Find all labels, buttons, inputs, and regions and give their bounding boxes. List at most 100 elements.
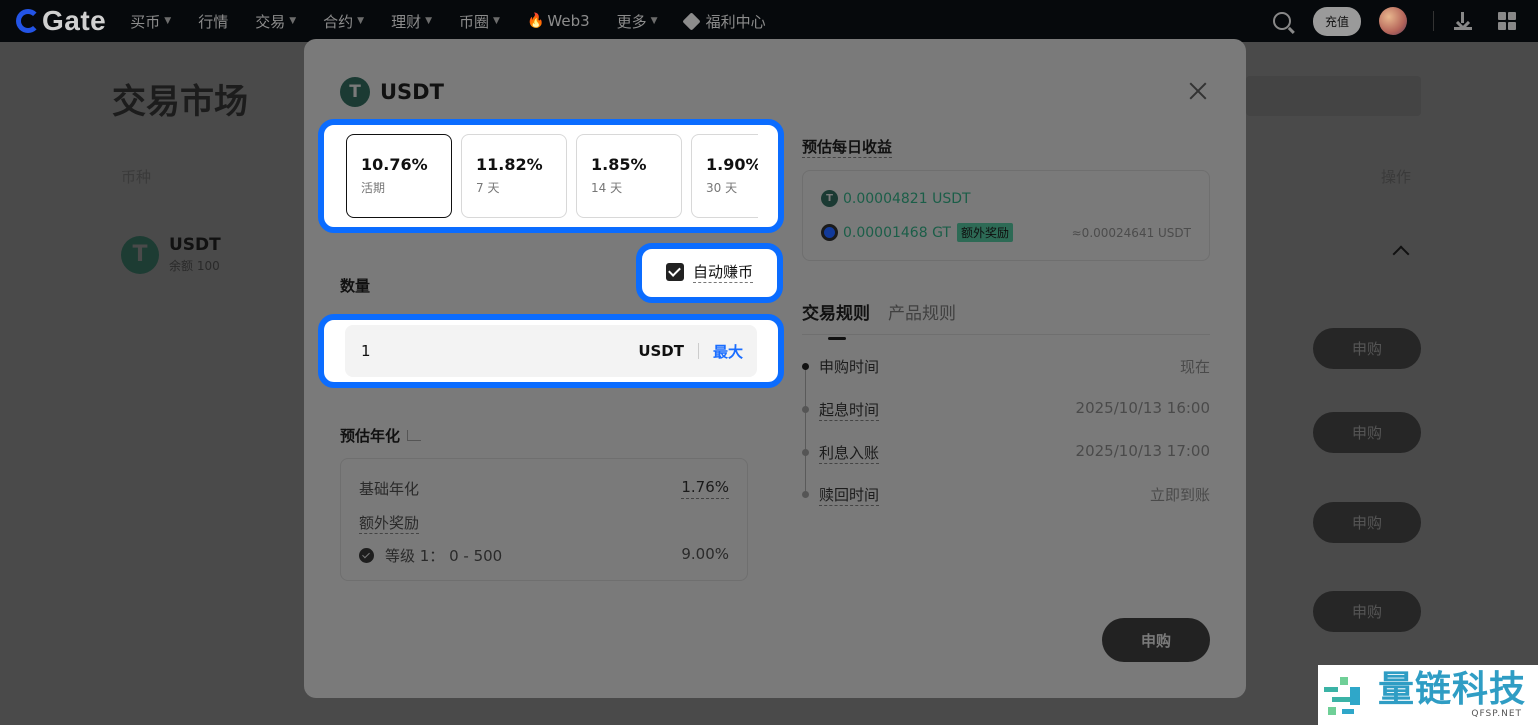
search-icon[interactable] [1272,12,1291,30]
rule-label: 申购时间 [819,358,880,376]
nav-item-label: 福利中心 [705,12,766,31]
term-label: 30 天 [706,181,738,195]
nav-item-label: 理财 [391,12,422,31]
term-card-30d[interactable]: 1.90% 30 天 [691,134,758,218]
page-title: 交易市场 [112,82,248,122]
term-rate: 1.90% [706,155,758,174]
nav-right: 充值 [1272,0,1538,42]
apr-title: 预估年化 [340,425,422,446]
auto-earn-checkbox[interactable] [666,263,684,281]
apr-tier: 等级 1： 0 - 500 [359,545,502,566]
apr-breakdown: 基础年化 1.76% 额外奖励 等级 1： 0 - 500 9.00% [340,458,748,581]
background-subscribe-button[interactable]: 申购 [1313,412,1421,453]
term-card-14d[interactable]: 1.85% 14 天 [576,134,682,218]
daily-earnings-title: 预估每日收益 [802,138,893,158]
nav-item-label: 币圈 [459,12,490,31]
chevron-up-icon[interactable] [1392,245,1410,263]
background-subscribe-button[interactable]: 申购 [1313,591,1421,632]
usdt-icon: T [340,77,370,107]
cube-icon [681,11,701,31]
watermark-text: 量链科技 [1378,669,1527,710]
apr-extra-row: 额外奖励 [359,512,729,534]
nav-item-label: 交易 [255,12,286,31]
max-button[interactable]: 最大 [713,341,743,362]
subscribe-modal: T USDT 10.76% 活期 11.82% 7 天 1.85% 14 天 1… [304,39,1246,698]
nav-item-label: 买币 [130,12,161,31]
term-card-flexible[interactable]: 10.76% 活期 [346,134,452,218]
watermark-subtext: QFSP.NET [1471,709,1523,719]
rule-value: 2025/10/13 16:00 [1075,399,1210,417]
column-header-coin: 币种 [121,168,152,186]
download-icon[interactable] [1454,12,1472,30]
rule-label: 赎回时间 [819,486,880,506]
nav-item-earn[interactable]: 理财 ▼ [391,11,432,32]
modal-header: T USDT [340,77,444,107]
quantity-unit: USDT [638,342,684,360]
background-subscribe-button[interactable]: 申购 [1313,328,1421,369]
term-card-7d[interactable]: 11.82% 7 天 [461,134,567,218]
background-subscribe-button[interactable]: 申购 [1313,502,1421,543]
earnings-gt-approx: ≈0.00024641 USDT [1071,225,1191,240]
quantity-field: USDT 最大 [345,325,757,377]
apr-tier-label: 等级 1： 0 - 500 [385,547,503,565]
chevron-down-icon: ▼ [164,16,172,26]
nav-item-trade[interactable]: 交易 ▼ [255,11,296,32]
nav-item-label: 更多 [616,12,647,31]
nav-item-futures[interactable]: 合约 ▼ [323,11,364,32]
watermark-text-block: 量链科技 QFSP.NET [1378,669,1527,720]
nav-item-label: 合约 [323,12,354,31]
background-search-strip [1246,76,1421,116]
apr-title-label: 预估年化 [340,427,401,445]
nav-item-rewards-hub[interactable]: 福利中心 [681,11,766,32]
avatar[interactable] [1379,7,1407,35]
nav-item-community[interactable]: 币圈 ▼ [459,11,500,32]
apr-tier-row: 等级 1： 0 - 500 9.00% [359,545,729,566]
background-coin-row: T USDT 余额 100 [121,235,221,274]
divider [697,343,699,359]
nav-item-buy-crypto[interactable]: 买币 ▼ [130,11,171,32]
rules-tabs: 交易规则 产品规则 [802,299,1210,340]
tab-product-rules[interactable]: 产品规则 [888,299,956,334]
logo-text: Gate [42,5,107,36]
rule-row-subscribe-time: 申购时间 现在 [802,356,1210,377]
apr-base-value: 1.76% [681,478,729,499]
timeline-dot [802,406,809,413]
term-label: 活期 [361,181,386,195]
chart-icon[interactable] [407,430,422,441]
chevron-down-icon: ▼ [357,16,365,26]
chevron-down-icon: ▼ [650,16,658,26]
nav-item-web3[interactable]: 🔥 Web3 [527,12,590,30]
auto-earn-toggle[interactable]: 自动赚币 [666,261,754,283]
chevron-down-icon: ▼ [493,16,500,26]
nav-menu: 买币 ▼ 行情 交易 ▼ 合约 ▼ 理财 ▼ 币圈 ▼ 🔥 Web3 更多 ▼ 福利中心 [130,11,792,32]
tab-trading-rules[interactable]: 交易规则 [802,299,870,340]
term-selector: 10.76% 活期 11.82% 7 天 1.85% 14 天 1.90% 30… [346,134,758,218]
apr-base-label: 基础年化 [359,480,420,498]
nav-item-more[interactable]: 更多 ▼ [617,11,658,32]
earnings-usdt-row: T 0.00004821 USDT [821,190,1191,207]
rule-row-interest-start: 起息时间 2025/10/13 16:00 [802,399,1210,421]
rule-row-interest-credit: 利息入账 2025/10/13 17:00 [802,442,1210,464]
nav-item-label: Web3 [547,12,590,30]
nav-item-label: 行情 [198,12,229,31]
close-icon[interactable] [1188,81,1208,101]
watermark: 量链科技 QFSP.NET [1318,665,1538,725]
apr-base-row: 基础年化 1.76% [359,478,729,499]
nav-item-markets[interactable]: 行情 [198,11,228,32]
apr-tier-value: 9.00% [681,545,729,563]
rule-value: 现在 [1179,358,1210,376]
chevron-down-icon: ▼ [289,16,297,26]
subscribe-button[interactable]: 申购 [1102,618,1210,662]
timeline-dot [802,491,809,498]
term-rate: 10.76% [361,155,428,174]
chevron-down-icon: ▼ [425,16,433,26]
apps-grid-icon[interactable] [1498,12,1516,30]
gate-logo[interactable]: Gate [16,5,106,37]
quantity-input[interactable] [361,342,639,360]
rule-value: 2025/10/13 17:00 [1075,442,1210,460]
term-label: 7 天 [476,181,500,195]
column-header-operation: 操作 [1381,168,1412,186]
timeline-dot [802,449,809,456]
earnings-usdt-amount: 0.00004821 USDT [843,190,971,207]
deposit-button[interactable]: 充值 [1312,6,1361,36]
